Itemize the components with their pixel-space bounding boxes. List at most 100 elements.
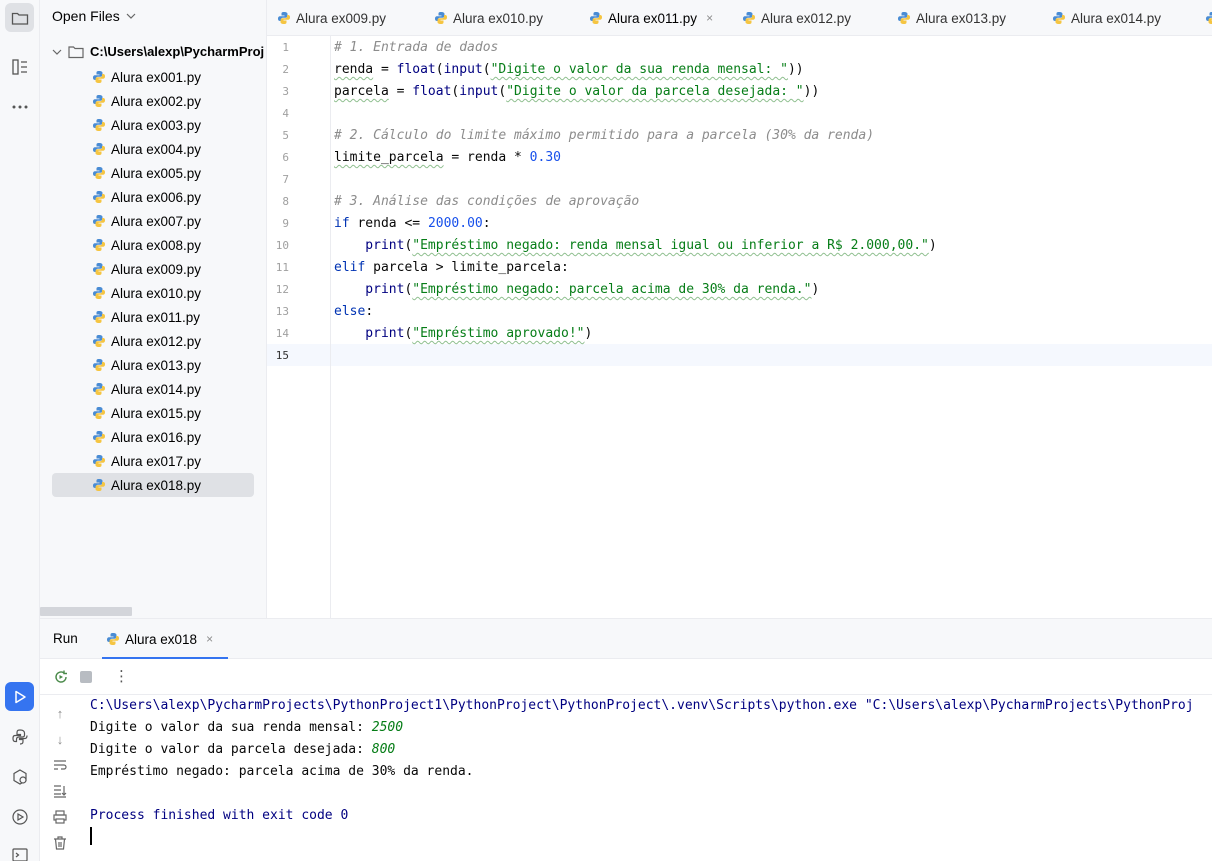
file-item[interactable]: Alura ex002.py [52,89,254,113]
services-icon[interactable] [5,802,34,831]
colon: : [365,304,374,319]
close-icon[interactable]: × [706,11,713,25]
builtin-call: float [396,62,436,77]
file-label: Alura ex010.py [111,285,202,301]
file-item[interactable]: Alura ex005.py [52,161,254,185]
python-icon [1053,12,1065,24]
structure-icon[interactable] [5,52,34,81]
clear-trash-icon[interactable] [52,835,68,851]
python-icon [93,311,105,323]
file-label: Alura ex004.py [111,141,202,157]
file-item[interactable]: Alura ex015.py [52,401,254,425]
scroll-to-end-icon[interactable] [52,783,68,799]
python-packages-icon[interactable] [5,722,34,751]
python-icon [743,12,755,24]
file-item[interactable]: Alura ex011.py [52,305,254,329]
file-item[interactable]: Alura ex017.py [52,449,254,473]
file-label: Alura ex014.py [111,381,202,397]
file-label: Alura ex013.py [111,357,202,373]
editor-tab[interactable]: Alura ex013.py [897,0,1006,35]
run-tab-label: Alura ex018 [125,631,198,647]
file-label: Alura ex005.py [111,165,202,181]
file-item[interactable]: Alura ex012.py [52,329,254,353]
python-icon [93,431,105,443]
stop-icon[interactable] [80,671,92,683]
soft-wrap-icon[interactable] [52,757,68,773]
rerun-icon[interactable] [53,669,69,688]
overflow-tab[interactable] [1205,0,1212,35]
run-header: Run Alura ex018 × [40,619,1212,659]
code-line-13: else: [334,301,373,323]
python-console-icon[interactable] [5,762,34,791]
file-item[interactable]: Alura ex009.py [52,257,254,281]
file-item[interactable]: Alura ex016.py [52,425,254,449]
python-icon [1206,12,1212,24]
file-item[interactable]: Alura ex018.py [52,473,254,497]
file-label: Alura ex007.py [111,213,202,229]
close-icon[interactable]: × [206,632,213,646]
run-title: Run [53,631,78,646]
tab-label: Alura ex009.py [296,10,387,26]
project-root-node[interactable]: C:\Users\alexp\PycharmProj [52,44,264,59]
panel-title: Open Files [52,8,120,24]
python-icon [93,263,105,275]
file-item[interactable]: Alura ex013.py [52,353,254,377]
file-label: Alura ex003.py [111,117,202,133]
editor-tab[interactable]: Alura ex011.py × [589,0,713,35]
more-tools-icon[interactable] [5,92,34,121]
file-item[interactable]: Alura ex007.py [52,209,254,233]
identifier: renda [334,62,374,77]
editor-tab[interactable]: Alura ex009.py [277,0,387,35]
horizontal-scrollbar[interactable] [40,607,132,616]
run-toolbar: ⋮ [40,659,1212,695]
file-item[interactable]: Alura ex008.py [52,233,254,257]
chevron-down-icon[interactable] [52,49,62,55]
line-number: 7 [282,173,289,186]
open-files-dropdown[interactable]: Open Files [52,8,136,24]
file-item[interactable]: Alura ex003.py [52,113,254,137]
print-icon[interactable] [52,809,68,825]
number-literal: 0.30 [529,150,561,165]
string-literal: "Digite o valor da sua renda mensal: " [490,62,788,77]
file-item[interactable]: Alura ex006.py [52,185,254,209]
editor-tab[interactable]: Alura ex012.py [742,0,851,35]
run-tool-icon[interactable] [5,682,34,711]
editor-tab[interactable]: Alura ex014.py [1052,0,1162,35]
file-item[interactable]: Alura ex014.py [52,377,254,401]
file-item[interactable]: Alura ex004.py [52,137,254,161]
arrow-down-icon[interactable]: ↓ [52,731,68,747]
terminal-icon[interactable] [5,840,34,861]
expression: parcela > limite_parcela: [365,260,569,275]
file-label: Alura ex016.py [111,429,202,445]
run-config-tab[interactable]: Alura ex018 × [101,619,229,659]
arrow-up-icon[interactable]: ↑ [52,705,68,721]
comment: # 3. Análise das condições de aprovação [334,194,640,209]
python-icon [93,143,105,155]
python-icon [898,12,910,24]
code-line-2: renda = float(input("Digite o valor da s… [334,59,804,81]
identifier: parcela [334,84,389,99]
tab-label: Alura ex014.py [1071,10,1162,26]
editor-tab[interactable]: Alura ex010.py [434,0,543,35]
file-item[interactable]: Alura ex001.py [52,65,254,89]
console-command-line: C:\Users\alexp\PycharmProjects\PythonPro… [90,698,1194,713]
paren: ( [435,62,444,77]
operator: = [388,84,413,99]
console-output[interactable]: C:\Users\alexp\PycharmProjects\PythonPro… [90,695,1210,861]
file-label: Alura ex017.py [111,453,202,469]
code-line-6: limite_parcela = renda * 0.30 [334,147,561,169]
project-folder-icon[interactable] [5,3,34,32]
python-icon [93,383,105,395]
line-number: 6 [282,151,289,164]
python-icon [590,12,602,24]
line-number: 1 [282,41,289,54]
python-icon [93,71,105,83]
run-panel: Run Alura ex018 × ⋮ ↑ ↓ C:\Users\alexp\P… [40,618,1212,861]
code-line-11: elif parcela > limite_parcela: [334,257,569,279]
code-editor[interactable]: 1 2 3 4 5 6 7 8 9 10 11 12 13 14 15 # 1. Entrada de da… [267,36,1212,618]
file-label: Alura ex018.py [111,477,202,493]
code-line-9: if renda <= 2000.00: [334,213,491,235]
more-options-icon[interactable]: ⋮ [114,667,129,685]
file-item[interactable]: Alura ex010.py [52,281,254,305]
builtin-call: input [459,84,499,99]
